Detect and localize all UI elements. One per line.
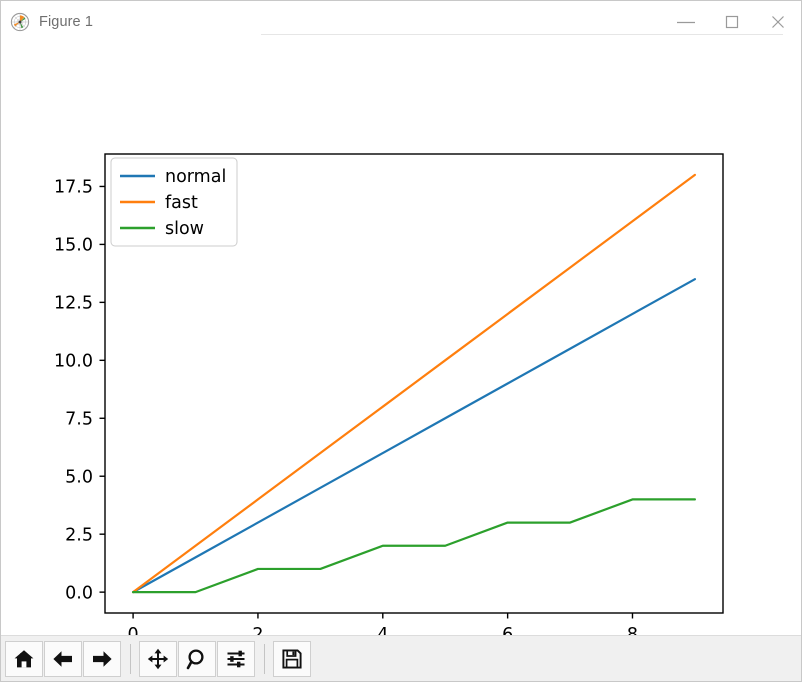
window-controls (663, 1, 801, 42)
arrow-left-icon (51, 647, 75, 671)
forward-button[interactable] (83, 640, 121, 677)
sliders-icon (224, 647, 248, 671)
legend-label-slow: slow (165, 219, 204, 239)
y-tick-label: 10.0 (54, 352, 93, 372)
title-bar: Figure 1 (1, 1, 801, 42)
minimize-button[interactable] (663, 1, 709, 42)
y-tick-label: 5.0 (65, 467, 93, 487)
title-bar-left: Figure 1 (1, 12, 93, 32)
close-icon (768, 12, 788, 32)
magnifier-icon (185, 647, 209, 671)
matplotlib-logo-icon (10, 12, 30, 32)
figure-canvas[interactable]: 0 2 4 6 8 0.0 2.5 5.0 7.5 10.0 12.5 15.0 17.5 normal f… (1, 42, 801, 635)
minimize-icon (673, 16, 699, 28)
home-button[interactable] (5, 640, 43, 677)
chart-legend: normal fast slow (110, 157, 238, 247)
maximize-icon (722, 12, 742, 32)
floppy-disk-icon (280, 647, 304, 671)
line-chart: 0 2 4 6 8 0.0 2.5 5.0 7.5 10.0 12.5 15.0 17.5 normal f… (54, 153, 724, 635)
close-button[interactable] (755, 1, 801, 42)
toolbar-separator-2 (264, 643, 265, 674)
zoom-button[interactable] (178, 640, 216, 677)
maximize-button[interactable] (709, 1, 755, 42)
y-tick-label: 2.5 (65, 525, 93, 545)
figure-window: Figure 1 0 2 4 6 8 0.0 2.5 5.0 7.5 10.0 … (0, 0, 802, 682)
y-tick-label: 15.0 (54, 236, 93, 256)
save-button[interactable] (273, 640, 311, 677)
back-button[interactable] (44, 640, 82, 677)
x-tick-label: 0 (128, 625, 139, 635)
window-title: Figure 1 (39, 13, 93, 30)
toolbar-separator-1 (130, 643, 131, 674)
home-icon (12, 647, 36, 671)
x-tick-label: 4 (377, 625, 388, 635)
arrow-right-icon (90, 647, 114, 671)
x-tick-label: 6 (502, 625, 513, 635)
move-arrows-icon (146, 647, 170, 671)
pan-button[interactable] (139, 640, 177, 677)
y-tick-label: 12.5 (54, 294, 93, 314)
x-tick-label: 2 (252, 625, 263, 635)
y-tick-label: 0.0 (65, 583, 93, 603)
legend-label-fast: fast (165, 193, 198, 213)
x-tick-label: 8 (627, 625, 638, 635)
legend-label-normal: normal (165, 167, 226, 187)
navigation-toolbar (1, 635, 801, 681)
y-tick-label: 7.5 (65, 409, 93, 429)
y-tick-label: 17.5 (54, 178, 93, 198)
configure-subplots-button[interactable] (217, 640, 255, 677)
